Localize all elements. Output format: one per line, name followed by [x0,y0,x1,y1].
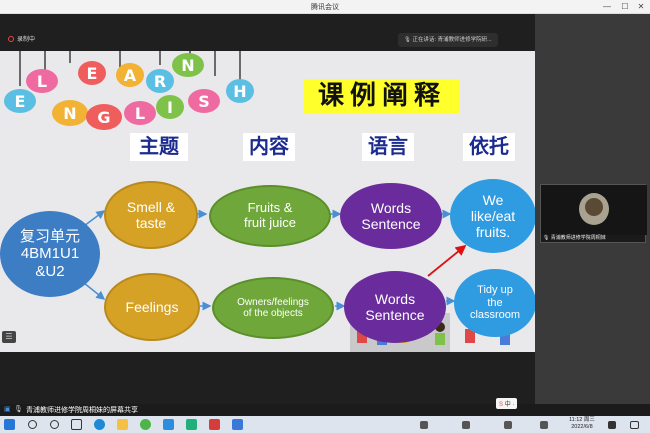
record-icon [8,36,14,42]
speaking-indicator: 🎙 正在讲话: 青浦教师进修学院研... [398,33,498,47]
recording-indicator[interactable]: 录制中 [8,34,35,43]
clock-time: 11:12 周三 [569,417,595,423]
maximize-button[interactable]: ☐ [618,1,632,13]
tray-icon[interactable] [462,421,470,429]
node-review-unit: 复习单元 4BM1U1 &U2 [0,211,100,297]
screen-share-bar[interactable]: ▣ 🎙 青浦教师进修学院周桐妹的屏幕共享 [0,404,650,416]
tray-icon[interactable] [420,421,428,429]
cortana-icon[interactable] [50,420,59,429]
notification-icon[interactable] [630,421,639,429]
node-owners-feelings: Owners/feelings of the objects [212,277,334,339]
avatar [541,185,647,235]
participant-name: 🎙 青浦教师进修学院周桐妹 [543,235,606,241]
mic-icon: 🎙 [14,406,23,413]
share-icon: ▣ [4,406,11,413]
minimize-button[interactable]: — [600,1,614,13]
node-words-sentence-1: Words Sentence [340,183,442,249]
node-we-like-fruits: We like/eat fruits. [450,179,535,253]
recording-label: 录制中 [17,37,36,43]
tencent-meeting-icon[interactable] [232,419,243,430]
sogou-icon: S [499,402,504,408]
share-label: 青浦教师进修学院周桐妹的屏幕共享 [26,407,138,414]
network-icon[interactable] [504,421,512,429]
shared-slide: L E A R N E N G L I S H 课例阐释 主题 内容 语言 依托 [0,51,535,352]
node-words-sentence-2: Words Sentence [344,271,446,343]
clock[interactable]: 11:12 周三 2022/6/8 [569,417,595,431]
search-icon[interactable] [28,420,37,429]
node-fruits: Fruits & fruit juice [209,185,331,247]
participant-video[interactable]: 🎙 青浦教师进修学院周桐妹 [540,184,647,243]
volume-icon[interactable] [540,421,548,429]
explorer-icon[interactable] [117,419,128,430]
meeting-app-icon[interactable] [163,419,174,430]
menu-icon[interactable]: ☰ [2,331,16,343]
clock-date: 2022/6/8 [571,424,593,430]
browser-icon[interactable] [140,419,151,430]
close-button[interactable]: ✕ [634,1,648,13]
taskbar: 11:12 周三 2022/6/8 [0,416,650,433]
window-title: 腾讯会议 [311,4,339,11]
window-titlebar: 腾讯会议 — ☐ ✕ [0,0,650,14]
speaking-label: 正在讲话: 青浦教师进修学院研... [412,37,492,43]
node-smell-taste: Smell & taste [104,181,198,249]
edge-icon[interactable] [94,419,105,430]
mic-icon: 🎙 [404,37,413,43]
node-feelings: Feelings [104,273,200,341]
ime-toolbar[interactable]: S 中 · [496,398,518,409]
task-view-icon[interactable] [71,419,82,430]
widget-icon[interactable] [608,421,616,429]
node-tidy-classroom: Tidy up the classroom [454,269,535,337]
ime-label: 中 · [504,402,515,408]
app-icon[interactable] [186,419,197,430]
mic-icon: 🎙 [543,235,551,241]
start-icon[interactable] [4,419,15,430]
wps-icon[interactable] [209,419,220,430]
